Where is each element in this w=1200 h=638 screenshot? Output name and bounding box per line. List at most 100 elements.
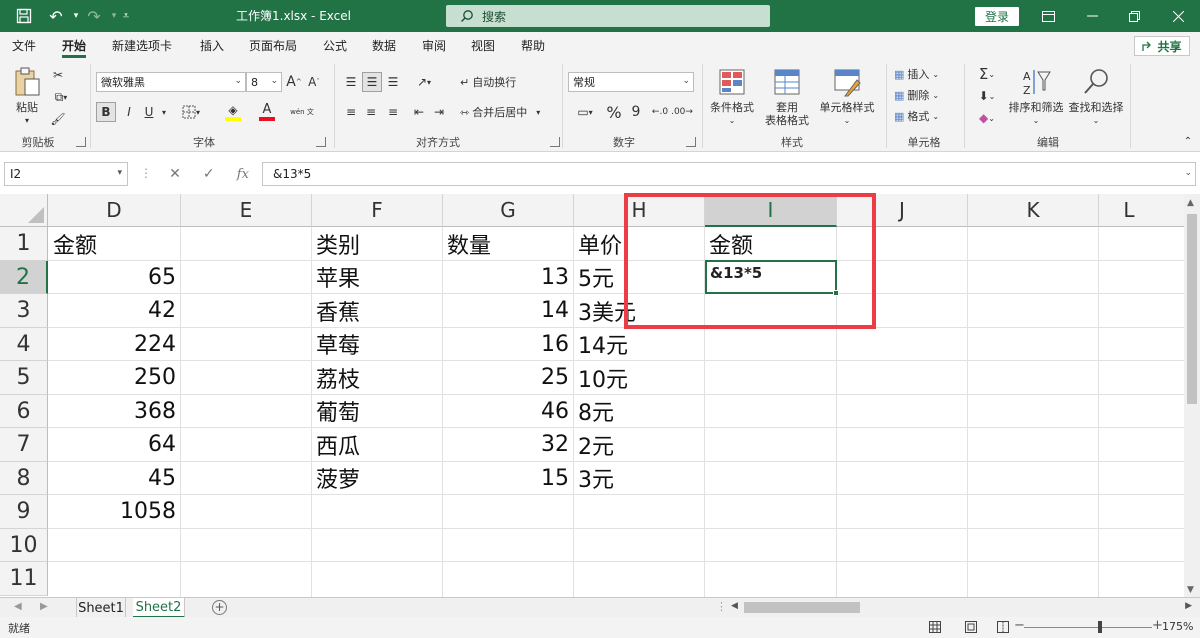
underline-button[interactable]: U <box>140 102 158 122</box>
prev-sheet-icon[interactable]: ◀ <box>14 601 22 612</box>
ribbon-display-icon[interactable] <box>1026 0 1070 32</box>
cell-g1[interactable]: 数量 <box>443 227 573 260</box>
cell-g3[interactable]: 14 <box>443 294 573 327</box>
column-header-k[interactable]: K <box>968 194 1099 227</box>
cell-d4[interactable]: 224 <box>49 328 180 360</box>
merge-center-button[interactable]: ⇿ 合并后居中 ▾ <box>460 104 540 120</box>
tab-page-layout[interactable]: 页面布局 <box>249 32 297 60</box>
align-center-icon[interactable]: ≡ <box>362 102 380 122</box>
cell-d7[interactable]: 64 <box>49 428 180 461</box>
add-sheet-icon[interactable]: + <box>212 600 227 615</box>
login-button[interactable]: 登录 <box>975 7 1019 26</box>
close-icon[interactable] <box>1156 0 1200 32</box>
select-all-button[interactable] <box>0 194 48 227</box>
cell-d6[interactable]: 368 <box>49 395 180 427</box>
row-header-3[interactable]: 3 <box>0 294 48 328</box>
cell-f8[interactable]: 菠萝 <box>312 462 442 494</box>
border-button[interactable]: ▾ <box>176 102 206 122</box>
row-header-11[interactable]: 11 <box>0 562 48 596</box>
row-header-9[interactable]: 9 <box>0 495 48 529</box>
share-button[interactable]: 共享 <box>1134 36 1190 56</box>
column-header-h[interactable]: H <box>574 194 705 227</box>
tab-insert[interactable]: 插入 <box>200 32 224 60</box>
autosum-icon[interactable]: Σ ⌄ <box>972 64 1002 84</box>
fill-handle[interactable] <box>833 290 839 296</box>
row-header-5[interactable]: 5 <box>0 361 48 395</box>
cell-d9[interactable]: 1058 <box>49 495 180 528</box>
paste-button[interactable]: 粘贴 ▾ <box>10 66 44 127</box>
column-header-l[interactable]: L <box>1099 194 1184 227</box>
cell-h6[interactable]: 8元 <box>574 395 704 427</box>
cell-h2[interactable]: 5元 <box>574 261 704 293</box>
expand-formula-bar-icon[interactable]: ⌄ <box>1184 168 1192 178</box>
search-box[interactable]: 搜索 <box>446 5 770 27</box>
column-header-f[interactable]: F <box>312 194 443 227</box>
font-color-button[interactable]: A <box>252 100 282 124</box>
fill-icon[interactable]: ⬇ ⌄ <box>972 86 1002 106</box>
align-middle-icon[interactable]: ☰ <box>362 72 382 92</box>
percent-button[interactable]: % <box>604 102 624 122</box>
cell-f1[interactable]: 类别 <box>312 227 442 260</box>
orientation-icon[interactable]: ↗ ▾ <box>410 72 438 92</box>
row-header-8[interactable]: 8 <box>0 462 48 495</box>
font-size-select[interactable]: 8 ⌄ <box>246 72 282 92</box>
bold-button[interactable]: B <box>96 102 116 122</box>
row-header-6[interactable]: 6 <box>0 395 48 428</box>
format-as-table-button[interactable]: 套用 表格格式 <box>758 66 816 127</box>
decrease-font-icon[interactable]: Aˇ <box>306 72 322 92</box>
wrap-text-button[interactable]: ↵ 自动换行 <box>460 74 516 90</box>
format-painter-icon[interactable]: 🖌 <box>48 110 68 128</box>
spreadsheet-grid[interactable]: D E F G H I J K L 1 2 3 4 5 6 7 8 9 10 1… <box>0 194 1184 597</box>
cancel-formula-icon[interactable]: ✕ <box>169 166 181 182</box>
tab-home[interactable]: 开始 <box>62 32 87 60</box>
collapse-ribbon-icon[interactable]: ⌃ <box>1182 134 1194 148</box>
cell-d2[interactable]: 65 <box>49 261 180 293</box>
insert-cells-button[interactable]: ▦ 插入 ⌄ <box>894 66 939 82</box>
align-left-icon[interactable]: ≡ <box>342 102 360 122</box>
scroll-up-icon[interactable]: ▲ <box>1187 198 1194 208</box>
column-header-d[interactable]: D <box>48 194 181 227</box>
confirm-formula-icon[interactable]: ✓ <box>203 166 215 182</box>
cell-h5[interactable]: 10元 <box>574 361 704 394</box>
sheet-tab-sheet1[interactable]: Sheet1 <box>76 598 126 618</box>
increase-indent-icon[interactable]: ⇥ <box>430 102 448 122</box>
restore-icon[interactable] <box>1112 0 1156 32</box>
italic-button[interactable]: I <box>120 102 138 122</box>
cell-h3[interactable]: 3美元 <box>574 294 704 327</box>
cell-g5[interactable]: 25 <box>443 361 573 394</box>
increase-decimal-icon[interactable]: ←.0 <box>650 102 670 122</box>
number-launcher-icon[interactable] <box>686 137 696 147</box>
cell-g7[interactable]: 32 <box>443 428 573 461</box>
save-icon[interactable] <box>10 0 38 32</box>
cell-h4[interactable]: 14元 <box>574 328 704 360</box>
find-select-button[interactable]: 查找和选择 ⌄ <box>1066 66 1126 127</box>
cell-d8[interactable]: 45 <box>49 462 180 494</box>
align-bottom-icon[interactable]: ☰ <box>384 72 402 92</box>
vertical-scrollbar[interactable]: ▲ ▼ <box>1184 194 1200 597</box>
column-header-e[interactable]: E <box>181 194 312 227</box>
cell-f4[interactable]: 草莓 <box>312 328 442 360</box>
cell-g6[interactable]: 46 <box>443 395 573 427</box>
tab-view[interactable]: 视图 <box>471 32 495 60</box>
increase-font-icon[interactable]: A ^ <box>286 72 302 92</box>
vertical-scroll-thumb[interactable] <box>1187 214 1197 404</box>
zoom-slider-thumb[interactable] <box>1098 621 1102 633</box>
tab-file[interactable]: 文件 <box>12 32 36 60</box>
cell-g8[interactable]: 15 <box>443 462 573 494</box>
cell-d1[interactable]: 金额 <box>49 227 180 260</box>
font-launcher-icon[interactable] <box>316 137 326 147</box>
row-header-2[interactable]: 2 <box>0 261 48 294</box>
insert-function-button[interactable]: fx <box>237 167 249 182</box>
delete-cells-button[interactable]: ▦ 删除 ⌄ <box>894 87 939 103</box>
column-header-j[interactable]: J <box>837 194 968 227</box>
cell-f3[interactable]: 香蕉 <box>312 294 442 327</box>
decrease-decimal-icon[interactable]: .00→ <box>671 102 693 122</box>
sheet-tab-sheet2[interactable]: Sheet2 <box>133 598 185 618</box>
customize-toolbar-icon[interactable]: ⩡ <box>112 0 140 32</box>
tab-new[interactable]: 新建选项卡 <box>112 32 172 60</box>
cell-styles-button[interactable]: 单元格样式 ⌄ <box>818 66 876 127</box>
row-header-10[interactable]: 10 <box>0 529 48 562</box>
format-cells-button[interactable]: ▦ 格式 ⌄ <box>894 108 939 124</box>
comma-button[interactable]: 9 <box>628 102 644 122</box>
align-right-icon[interactable]: ≡ <box>384 102 402 122</box>
